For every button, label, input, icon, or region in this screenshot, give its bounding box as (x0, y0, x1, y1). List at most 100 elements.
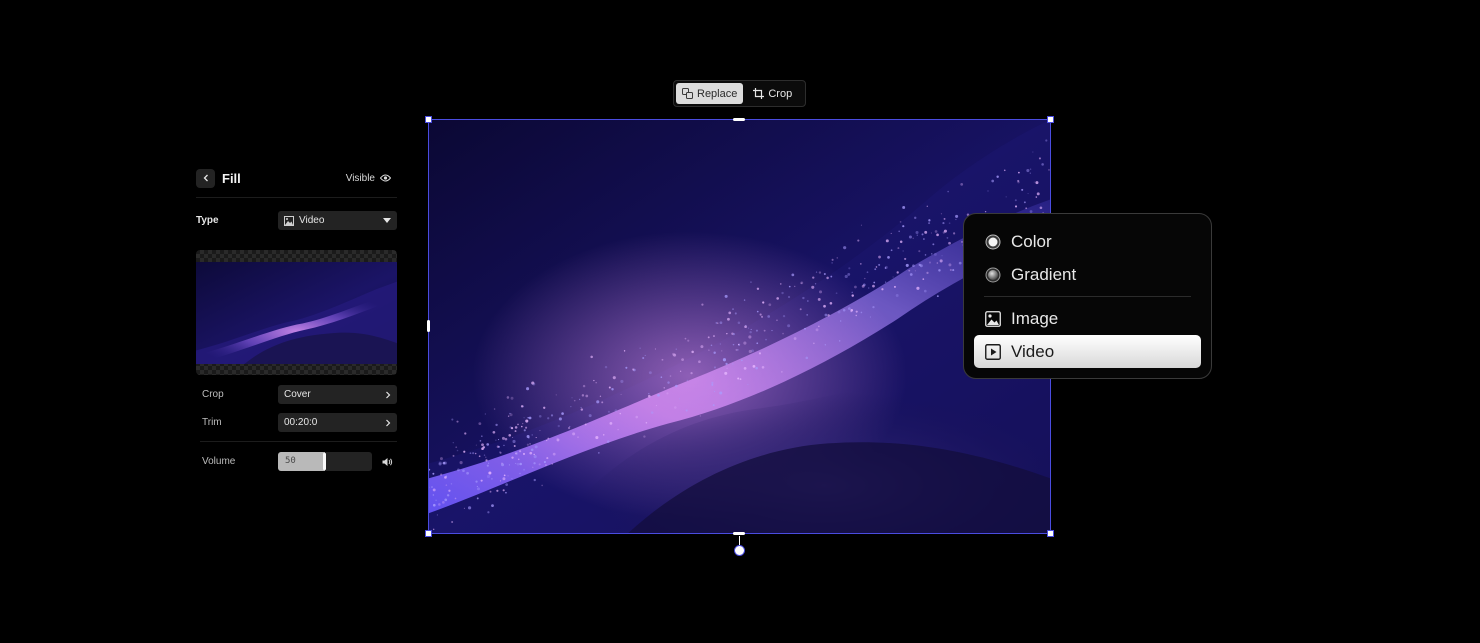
particle-dot (727, 317, 730, 321)
particle-dot (534, 445, 538, 449)
trim-select[interactable]: 00:20:0 (278, 413, 397, 432)
back-button[interactable] (196, 168, 215, 188)
selected-video-layer[interactable] (428, 119, 1051, 534)
particle-dot (884, 267, 887, 269)
particle-dot (546, 457, 549, 460)
particle-dot (595, 435, 599, 440)
particle-dot (915, 231, 919, 235)
particle-dot (949, 268, 952, 272)
particle-dot (878, 263, 881, 266)
particle-dot (614, 409, 618, 412)
particle-dot (539, 430, 541, 432)
resize-handle-bottom[interactable] (733, 532, 745, 535)
particle-dot (996, 175, 999, 178)
particle-dot (909, 273, 913, 276)
resize-handle-top-left[interactable] (425, 116, 432, 123)
particle-dot (499, 480, 502, 482)
particle-dot (538, 463, 541, 466)
particle-dot (781, 371, 783, 373)
resize-handle-left[interactable] (427, 320, 430, 332)
particle-dot (604, 365, 608, 369)
particle-dot (776, 297, 780, 300)
image-icon (284, 215, 294, 226)
play-box-icon (985, 343, 1001, 360)
rotate-handle[interactable] (734, 545, 745, 556)
particle-dot (531, 434, 533, 436)
particle-dot (573, 399, 576, 402)
image-icon (985, 310, 1001, 327)
particle-dot (923, 238, 925, 240)
crop-button[interactable]: Crop (747, 83, 798, 104)
particle-dot (763, 329, 766, 332)
particle-dot (444, 498, 448, 502)
particle-dot (514, 426, 518, 429)
menu-item-gradient[interactable]: Gradient (974, 258, 1201, 291)
particle-dot (761, 365, 765, 369)
menu-item-label: Color (1011, 231, 1052, 251)
type-select[interactable]: Video (278, 211, 397, 230)
menu-item-image[interactable]: Image (974, 302, 1201, 335)
particle-dot (466, 471, 469, 475)
particle-dot (489, 490, 492, 493)
menu-item-video[interactable]: Video (974, 335, 1201, 368)
particle-dot (496, 445, 500, 448)
type-select-value: Video (299, 215, 325, 226)
particle-dot (499, 451, 502, 454)
particle-dot (734, 312, 737, 315)
particle-dot (647, 394, 651, 398)
particle-dot (756, 287, 760, 290)
resize-handle-bottom-right[interactable] (1047, 530, 1054, 537)
particle-dot (760, 315, 764, 318)
media-thumbnail[interactable] (196, 250, 397, 375)
speaker-icon[interactable] (382, 457, 393, 467)
particle-dot (914, 216, 917, 220)
particle-dot (928, 261, 932, 264)
particle-dot (533, 453, 535, 456)
particle-dot (510, 427, 514, 430)
particle-dot (513, 445, 516, 448)
particle-dot (758, 352, 762, 355)
particle-dot (673, 353, 677, 357)
particle-dot (519, 472, 521, 475)
particle-dot (619, 412, 622, 415)
particle-dot (1041, 163, 1044, 166)
particle-dot (947, 190, 949, 193)
volume-slider[interactable]: 50 (278, 452, 372, 471)
particle-dot (902, 206, 906, 209)
volume-slider-handle[interactable] (323, 453, 326, 470)
particle-dot (445, 484, 448, 486)
menu-item-color[interactable]: Color (974, 225, 1201, 258)
particle-dot (519, 450, 522, 453)
particle-dot (517, 458, 520, 461)
particle-dot (955, 214, 959, 218)
resize-handle-top-right[interactable] (1047, 116, 1054, 123)
particle-dot (873, 281, 876, 284)
crop-icon (753, 88, 765, 99)
particle-dot (580, 408, 584, 411)
resize-handle-top[interactable] (733, 118, 745, 121)
particle-dot (606, 440, 610, 443)
resize-handle-bottom-left[interactable] (425, 530, 432, 537)
menu-item-label: Video (1011, 341, 1055, 361)
particle-dot (485, 456, 487, 458)
particle-dot (890, 232, 892, 234)
particle-dot (899, 240, 903, 244)
crop-select[interactable]: Cover (278, 385, 397, 404)
particle-dot (541, 484, 543, 487)
particle-dot (603, 434, 605, 436)
particle-dot (737, 321, 741, 324)
replace-button[interactable]: Replace (676, 83, 744, 104)
visibility-toggle[interactable]: Visible (346, 173, 397, 184)
particle-dot (525, 419, 529, 423)
particle-dot (508, 433, 512, 437)
particle-dot (655, 404, 658, 407)
particle-dot (827, 314, 830, 317)
panel-title: Fill (222, 170, 241, 186)
particle-dot (812, 276, 815, 279)
particle-dot (493, 408, 496, 410)
particle-dot (905, 263, 909, 267)
particle-dot (767, 315, 771, 318)
particle-dot (838, 340, 841, 342)
particle-dot (958, 261, 962, 265)
particle-dot (462, 469, 465, 473)
